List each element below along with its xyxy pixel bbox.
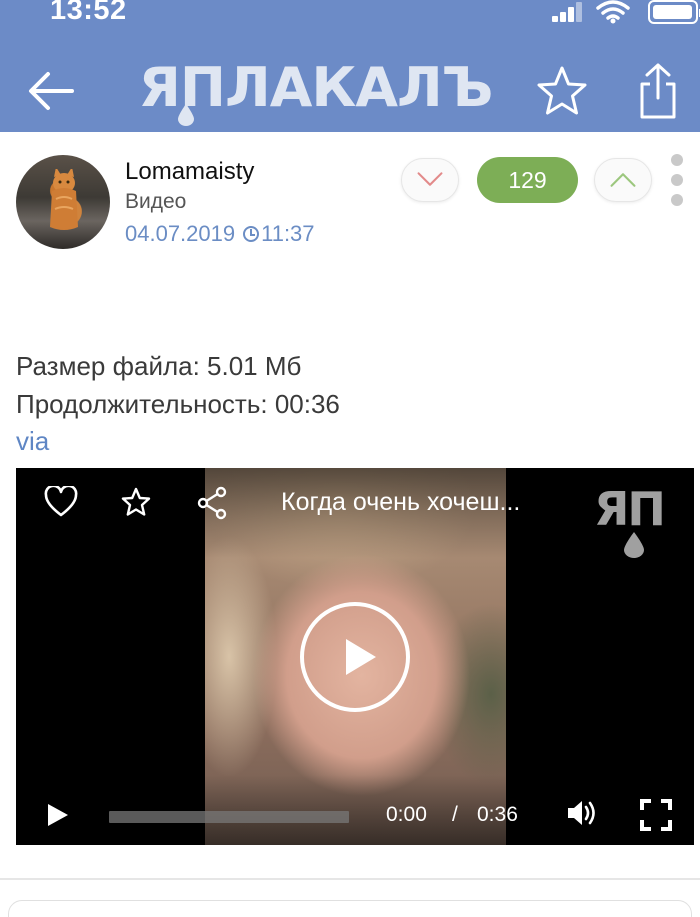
video-title: Когда очень хочеш... xyxy=(281,488,521,516)
video-player[interactable]: Когда очень хочеш... ЯП 0:00 / 0:36 xyxy=(16,468,694,845)
site-logo[interactable]: ЯПЛАКАЛЪ xyxy=(139,58,493,126)
post-time: 11:37 xyxy=(261,221,315,246)
favorite-button[interactable] xyxy=(534,64,590,120)
play-button[interactable] xyxy=(46,802,70,828)
next-post-card[interactable] xyxy=(8,900,692,917)
dot-icon xyxy=(671,154,683,166)
cellular-signal-icon xyxy=(552,2,582,22)
volume-button[interactable] xyxy=(566,798,598,828)
vote-down-button[interactable] xyxy=(401,158,459,202)
chevron-up-icon xyxy=(610,173,636,187)
post-datetime: 04.07.2019 11:37 xyxy=(125,221,315,247)
post-category: Видео xyxy=(125,190,187,213)
author-name[interactable]: Lomamaisty xyxy=(125,158,254,186)
author-avatar[interactable] xyxy=(16,155,110,249)
star-outline-icon xyxy=(121,487,151,516)
current-time: 0:00 xyxy=(386,803,427,826)
video-duration: 0:36 xyxy=(477,803,518,826)
via-link[interactable]: via xyxy=(16,426,49,457)
rating-badge: 129 xyxy=(477,157,578,203)
app-header: 13:52 ЯПЛАКАЛЪ xyxy=(0,0,700,132)
video-watermark: ЯП xyxy=(594,482,684,558)
section-divider xyxy=(0,878,700,880)
post-date: 04.07.2019 xyxy=(125,221,236,246)
volume-icon xyxy=(568,801,595,825)
share-nodes-icon xyxy=(197,486,227,520)
dot-icon xyxy=(671,194,683,206)
arrow-left-icon xyxy=(29,72,74,110)
share-button[interactable] xyxy=(634,62,682,120)
share-upload-icon xyxy=(640,63,676,119)
clock-icon xyxy=(243,226,260,242)
dot-icon xyxy=(671,174,683,186)
like-button[interactable] xyxy=(44,486,78,518)
fullscreen-icon xyxy=(640,799,672,831)
back-button[interactable] xyxy=(26,66,80,116)
play-icon xyxy=(48,804,68,826)
cat-avatar-image xyxy=(50,169,78,230)
time-separator: / xyxy=(452,803,458,826)
wifi-icon xyxy=(596,0,630,24)
video-share-button[interactable] xyxy=(196,486,228,520)
vote-up-button[interactable] xyxy=(594,158,652,202)
fullscreen-button[interactable] xyxy=(640,799,672,831)
chevron-down-icon xyxy=(417,172,443,186)
video-favorite-button[interactable] xyxy=(120,486,152,518)
star-outline-icon xyxy=(537,66,587,115)
seek-bar[interactable] xyxy=(109,811,349,823)
drop-icon xyxy=(178,104,194,126)
file-size: Размер файла: 5.01 Мб xyxy=(16,351,302,381)
drop-icon xyxy=(624,532,644,558)
battery-icon xyxy=(648,0,700,24)
play-overlay-button[interactable] xyxy=(300,602,410,712)
watermark-text: ЯП xyxy=(594,482,666,536)
more-options-button[interactable] xyxy=(668,154,688,210)
heart-icon xyxy=(44,486,78,517)
file-duration: Продолжительность: 00:36 xyxy=(16,389,340,419)
status-time: 13:52 xyxy=(50,0,127,26)
